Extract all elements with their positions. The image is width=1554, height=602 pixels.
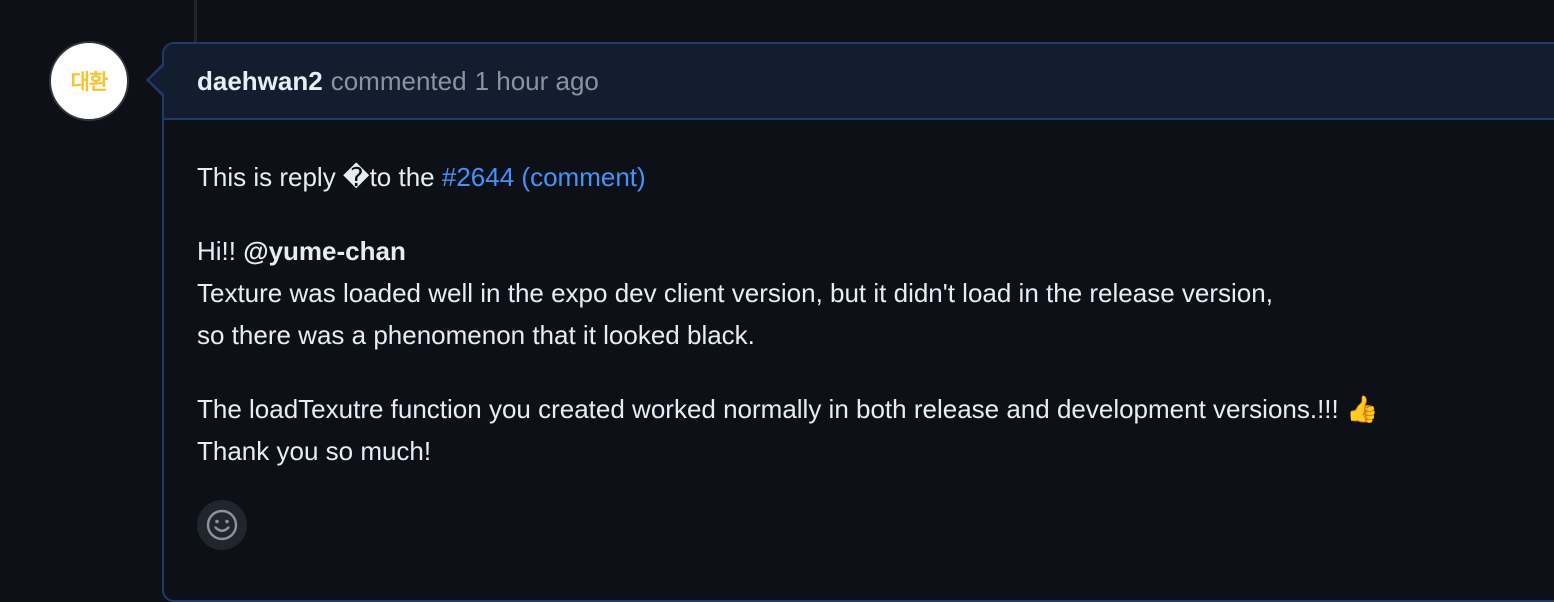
comment-header: daehwan2 commented 1 hour ago: [164, 44, 1554, 120]
comment-box: daehwan2 commented 1 hour ago This is re…: [162, 42, 1554, 602]
issue-link[interactable]: #2644: [442, 162, 514, 192]
message-line-3: The loadTexutre function you created wor…: [197, 394, 1379, 424]
message-paragraph: Hi!! @yume-chan Texture was loaded well …: [197, 230, 1554, 356]
avatar[interactable]: 대환: [49, 41, 129, 121]
thanks-paragraph: The loadTexutre function you created wor…: [197, 388, 1554, 472]
comment-caret-fill: [149, 66, 164, 94]
reply-prefix: This is reply �to the: [197, 162, 435, 192]
message-line-2: so there was a phenomenon that it looked…: [197, 320, 755, 350]
timestamp-link[interactable]: 1 hour ago: [475, 66, 599, 97]
reply-paragraph: This is reply �to the #2644 (comment): [197, 156, 1554, 198]
avatar-text: 대환: [70, 70, 109, 94]
author-link[interactable]: daehwan2: [197, 66, 323, 97]
comment-body: This is reply �to the #2644 (comment) Hi…: [164, 120, 1554, 472]
smiley-icon: [206, 509, 238, 541]
message-line-4: Thank you so much!: [197, 436, 432, 466]
message-line-1: Texture was loaded well in the expo dev …: [197, 278, 1273, 308]
add-reaction-button[interactable]: [197, 500, 247, 550]
timeline-line: [194, 0, 197, 44]
comment-link[interactable]: (comment): [521, 162, 645, 192]
comment-action: commented: [330, 65, 467, 96]
greeting-text: Hi!!: [197, 236, 236, 266]
user-mention[interactable]: @yume-chan: [243, 236, 406, 266]
